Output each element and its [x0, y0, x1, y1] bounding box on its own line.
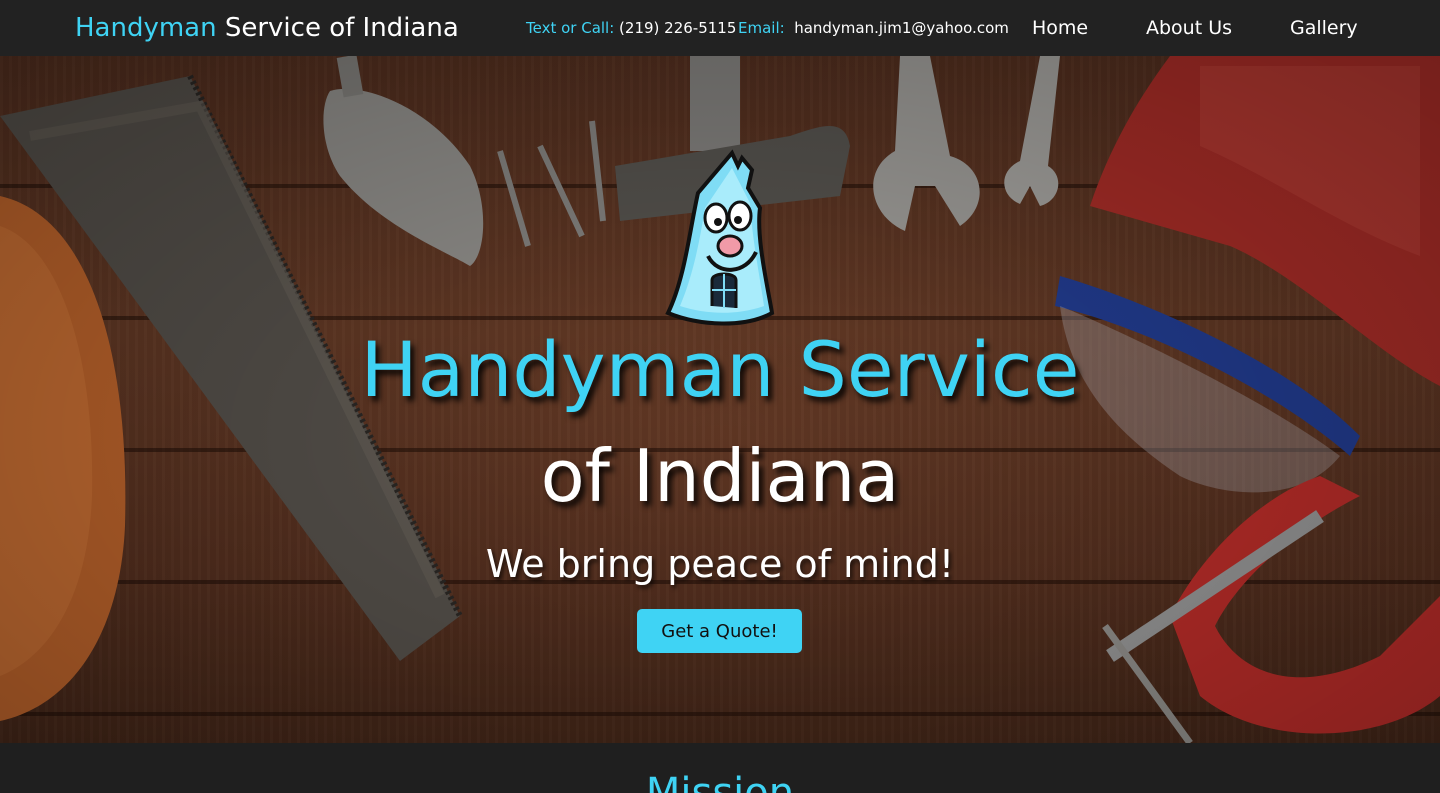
smiling-house-mascot-icon: [665, 149, 775, 326]
phone-value[interactable]: (219) 226-5115: [614, 19, 736, 37]
brand-logo-text[interactable]: Handyman Service of Indiana: [75, 12, 459, 44]
mission-section: Mission: [0, 743, 1440, 793]
hero-tagline: We bring peace of mind!: [485, 542, 955, 586]
hero-title-line2: of Indiana: [540, 434, 900, 518]
email-value[interactable]: handyman.jim1@yahoo.com: [785, 19, 1009, 37]
email-label: Email:: [738, 19, 785, 37]
nav-link-home[interactable]: Home: [1032, 16, 1088, 40]
phone-label: Text or Call:: [526, 19, 615, 37]
hero-title-line1: Handyman Service: [360, 325, 1080, 414]
get-a-quote-button[interactable]: Get a Quote!: [637, 609, 802, 653]
top-navbar: Handyman Service of Indiana Text or Call…: [0, 0, 1440, 56]
brand-rest-text: Service of Indiana: [216, 13, 459, 43]
nav-link-about-us[interactable]: About Us: [1146, 16, 1232, 40]
hero-section: Handyman Service of Indiana We bring pea…: [0, 56, 1440, 743]
brand-accent-text: Handyman: [75, 13, 217, 43]
phone-contact: Text or Call: (219) 226-5115: [526, 18, 736, 38]
mission-heading: Mission: [645, 770, 795, 793]
nav-link-gallery[interactable]: Gallery: [1290, 16, 1358, 40]
email-contact: Email: handyman.jim1@yahoo.com: [738, 18, 1009, 38]
